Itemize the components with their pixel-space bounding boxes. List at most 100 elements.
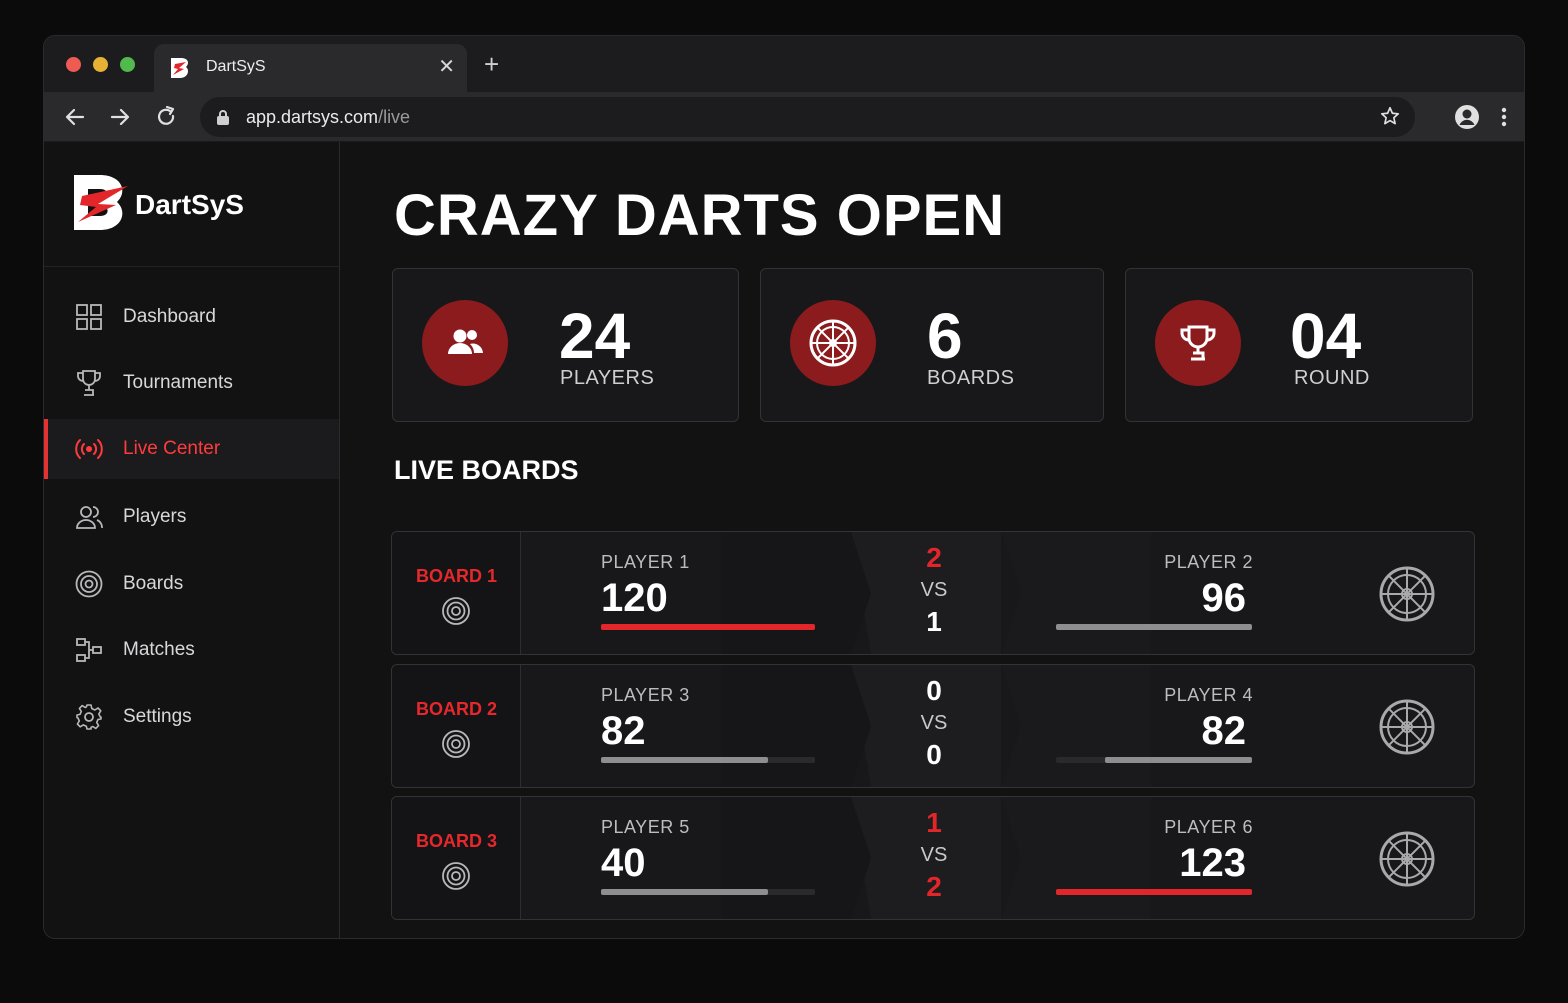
player-left-progress — [601, 757, 815, 763]
sidebar-divider — [44, 266, 339, 267]
row-background — [721, 665, 1151, 787]
tab-title: DartSyS — [206, 58, 266, 75]
player-right-name: PLAYER 4 — [1164, 685, 1253, 705]
target-icon — [442, 597, 470, 625]
window-close-button[interactable] — [66, 57, 81, 72]
dartboard-icon — [1379, 566, 1435, 622]
sidebar-item-label: Live Center — [123, 438, 221, 459]
sidebar-item-label: Dashboard — [123, 306, 216, 327]
url-text: app.dartsys.com/live — [246, 107, 410, 128]
browser-window: DartSyS ✕ + app.dartsys.com/live DartSyS… — [43, 35, 1525, 939]
url-host: app.dartsys.com — [246, 107, 379, 127]
sidebar-item-label: Settings — [123, 706, 192, 727]
browser-toolbar: app.dartsys.com/live — [44, 92, 1524, 142]
row-background — [721, 797, 1151, 919]
stat-card-round: 04 ROUND — [1125, 268, 1473, 422]
window-zoom-button[interactable] — [120, 57, 135, 72]
sidebar-item-matches[interactable]: Matches — [44, 620, 339, 680]
stat-card-boards: 6 BOARDS — [760, 268, 1104, 422]
browser-menu-icon[interactable] — [1498, 104, 1510, 130]
dartboard-icon — [809, 319, 857, 367]
sidebar: DartSyS Dashboard Tournaments Live Cente… — [44, 142, 340, 938]
board-row[interactable]: BOARD 1 PLAYER 1 120 2 VS 1 PLAYER 2 96 — [391, 531, 1475, 655]
browser-tab[interactable]: DartSyS ✕ — [154, 44, 467, 92]
player-right-progress-fill — [1056, 889, 1252, 895]
brand-name: DartSyS — [135, 189, 244, 220]
player-left-progress-fill — [601, 889, 768, 895]
board-row[interactable]: BOARD 3 PLAYER 5 40 1 VS 2 PLAYER 6 123 — [391, 796, 1475, 920]
board-row[interactable]: BOARD 2 PLAYER 3 82 0 VS 0 PLAYER 4 82 — [391, 664, 1475, 788]
board-label-cell: BOARD 3 — [392, 797, 521, 919]
forward-arrow-icon[interactable] — [107, 104, 133, 130]
page-title: CRAZY DARTS OPEN — [394, 183, 1006, 248]
brand[interactable]: DartSyS — [72, 172, 312, 232]
lock-icon — [217, 110, 229, 125]
dashboard-icon — [76, 304, 102, 330]
player-left-score: 82 — [601, 709, 646, 753]
legs-top: 1 — [926, 807, 942, 838]
legs-score: 1 VS 2 — [897, 807, 971, 903]
tab-close-icon[interactable]: ✕ — [438, 55, 455, 79]
target-icon — [442, 730, 470, 758]
main-content: CRAZY DARTS OPEN 24 PLAYERS 6 BOARDS 04 … — [341, 142, 1524, 938]
broadcast-icon — [75, 439, 103, 459]
live-boards-heading: LIVE BOARDS — [394, 455, 579, 485]
sidebar-item-boards[interactable]: Boards — [44, 554, 339, 614]
stat-label: ROUND — [1294, 367, 1370, 389]
profile-avatar-icon[interactable] — [1454, 104, 1480, 130]
player-right-score: 123 — [1179, 841, 1246, 885]
sidebar-item-live-center[interactable]: Live Center — [44, 419, 339, 479]
board-label-cell: BOARD 2 — [392, 665, 521, 787]
new-tab-button[interactable]: + — [484, 51, 499, 77]
address-bar[interactable]: app.dartsys.com/live — [200, 97, 1415, 137]
player-left-score: 40 — [601, 841, 646, 885]
sidebar-item-label: Boards — [123, 573, 184, 594]
board-label: BOARD 3 — [415, 831, 497, 851]
player-left-name: PLAYER 5 — [601, 817, 690, 837]
target-icon — [442, 862, 470, 890]
player-right-progress — [1056, 889, 1252, 895]
stat-label: PLAYERS — [560, 367, 655, 389]
reload-icon[interactable] — [153, 104, 179, 130]
users-icon — [448, 329, 483, 354]
board-label-cell: BOARD 1 — [392, 532, 521, 654]
users-icon — [76, 506, 103, 529]
sidebar-item-players[interactable]: Players — [44, 487, 339, 547]
stat-icon-badge — [1155, 300, 1241, 386]
stat-value: 04 — [1290, 300, 1362, 372]
sidebar-item-tournaments[interactable]: Tournaments — [44, 353, 339, 413]
trophy-icon — [77, 370, 101, 396]
legs-top: 2 — [926, 542, 942, 573]
player-right-name: PLAYER 2 — [1164, 552, 1253, 572]
stat-icon-badge — [790, 300, 876, 386]
player-right-name: PLAYER 6 — [1164, 817, 1253, 837]
dartsys-favicon-icon — [171, 58, 189, 78]
stat-card-players: 24 PLAYERS — [392, 268, 739, 422]
back-arrow-icon[interactable] — [62, 104, 88, 130]
stat-value: 6 — [927, 300, 963, 372]
gear-icon — [76, 704, 102, 730]
browser-tab-bar: DartSyS ✕ + — [44, 36, 1524, 92]
legs-bottom: 0 — [926, 739, 942, 770]
player-right-progress — [1056, 624, 1252, 630]
legs-score: 0 VS 0 — [897, 675, 971, 771]
board-label: BOARD 2 — [415, 699, 497, 719]
player-right-progress-fill — [1105, 757, 1252, 763]
legs-top: 0 — [926, 675, 942, 706]
player-left-name: PLAYER 1 — [601, 552, 690, 572]
player-left-score: 120 — [601, 576, 668, 620]
player-left-progress — [601, 889, 815, 895]
sidebar-item-label: Tournaments — [123, 372, 233, 393]
bookmark-star-icon[interactable] — [1379, 105, 1401, 127]
sidebar-item-dashboard[interactable]: Dashboard — [44, 287, 339, 347]
stat-value: 24 — [559, 300, 631, 372]
window-minimize-button[interactable] — [93, 57, 108, 72]
dartsys-logo-icon — [74, 175, 128, 230]
player-right-score: 82 — [1201, 709, 1247, 753]
sidebar-item-settings[interactable]: Settings — [44, 687, 339, 747]
url-path: /live — [378, 107, 411, 127]
player-right-progress — [1056, 757, 1252, 763]
legs-bottom: 1 — [926, 606, 942, 637]
dartboard-icon — [1379, 699, 1435, 755]
legs-bottom: 2 — [926, 871, 942, 902]
